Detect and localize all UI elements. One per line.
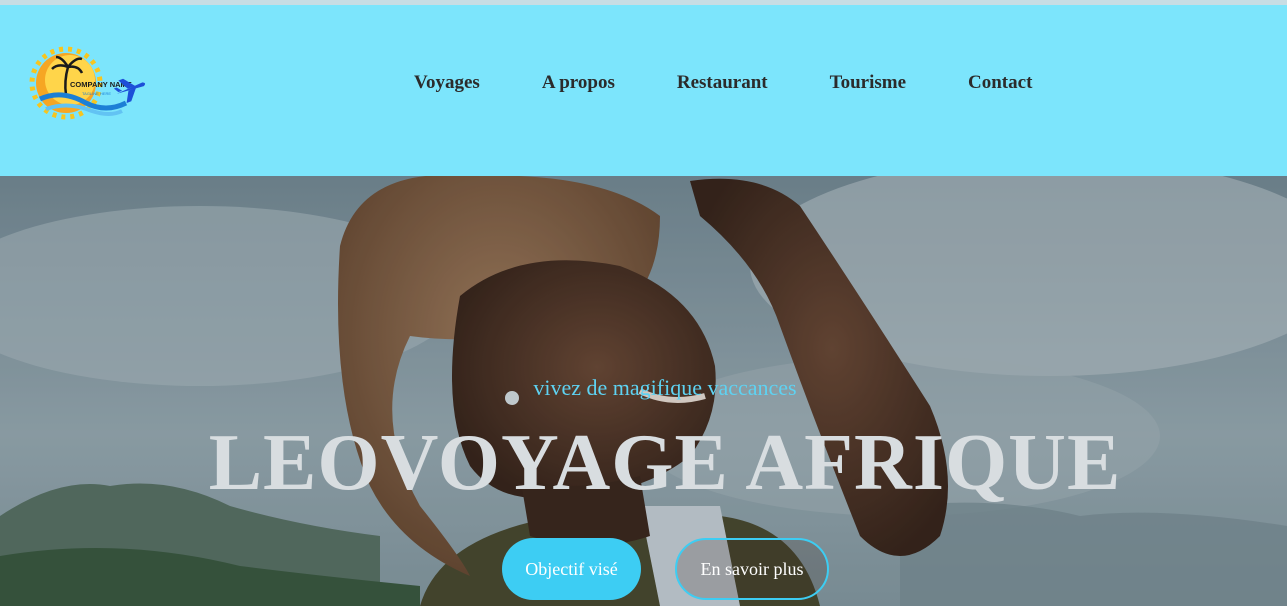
site-header: COMPANY NAME TAGLINE HERE Voyages A prop… <box>0 5 1287 176</box>
objectif-vise-button[interactable]: Objectif visé <box>502 538 641 600</box>
nav-restaurant[interactable]: Restaurant <box>677 63 768 103</box>
nav-a-propos[interactable]: A propos <box>542 63 615 103</box>
nav-contact[interactable]: Contact <box>968 63 1032 103</box>
sun-palm-plane-logo-icon: COMPANY NAME TAGLINE HERE <box>29 46 146 120</box>
hero-title: LEOVOYAGE AFRIQUE <box>208 419 1122 507</box>
hero-subtitle: vivez de magifique vaccances <box>533 375 797 400</box>
en-savoir-plus-button[interactable]: En savoir plus <box>675 538 829 600</box>
company-logo[interactable]: COMPANY NAME TAGLINE HERE <box>22 37 156 133</box>
logo-tagline: TAGLINE HERE <box>82 91 111 96</box>
nav-tourisme[interactable]: Tourisme <box>830 63 906 103</box>
hero-banner: vivez de magifique vaccances LEOVOYAGE A… <box>0 176 1287 606</box>
main-navigation: Voyages A propos Restaurant Tourisme Con… <box>383 63 1063 103</box>
nav-voyages[interactable]: Voyages <box>414 63 480 103</box>
